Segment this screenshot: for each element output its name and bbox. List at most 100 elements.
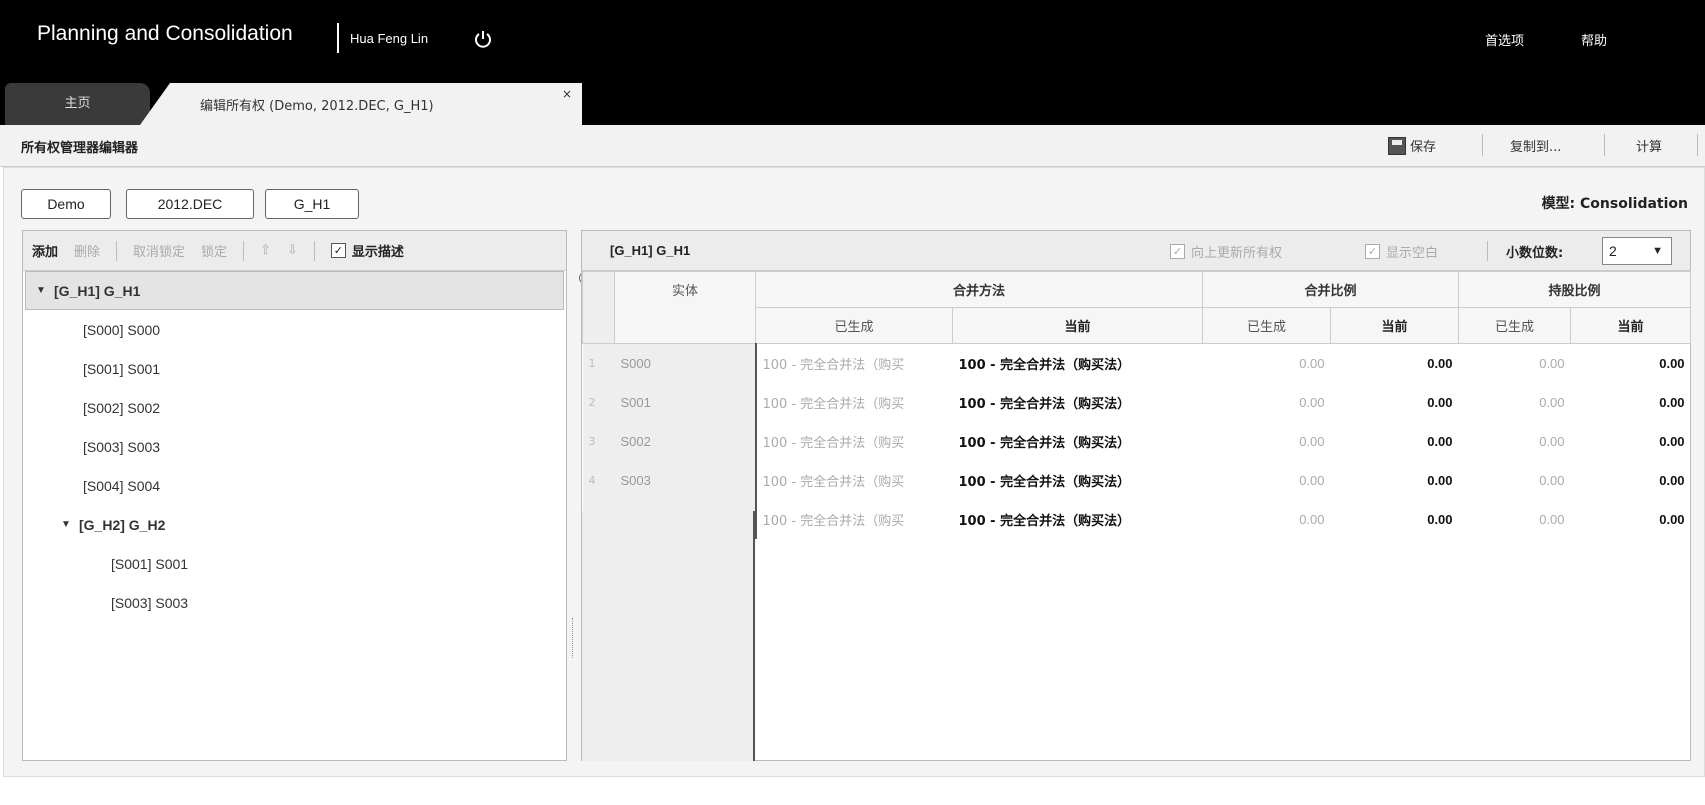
title-separator (337, 23, 339, 53)
entity-cell: S002 (614, 421, 757, 461)
tree-node-label: [S001] S001 (111, 555, 189, 572)
context-time-button[interactable]: 2012.DEC (126, 189, 254, 219)
tree-node[interactable]: [S003] S003 (23, 583, 566, 622)
header-entity[interactable]: 实体 (614, 271, 756, 344)
tree-node-label: [S002] S002 (83, 399, 161, 416)
method-current-cell[interactable]: 100 - 完全合并法（购买法） (953, 422, 1203, 461)
row-index: 3 (582, 421, 615, 461)
tab-close-icon[interactable]: × (562, 87, 572, 101)
holding-current-cell[interactable]: 0.00 (1571, 344, 1691, 383)
method-generated-cell: 100 - 完全合并法（购买 (762, 474, 905, 490)
app-title: Planning and Consolidation (37, 22, 293, 45)
holding-generated-cell: 0.00 (1539, 394, 1565, 410)
panel-splitter[interactable] (572, 618, 575, 658)
holding-current-cell[interactable]: 0.00 (1571, 422, 1691, 461)
tree-node-label: [G_H2] G_H2 (79, 516, 166, 533)
main-area: Demo 2012.DEC G_H1 模型: Consolidation 添加 … (3, 167, 1705, 777)
tree-node[interactable]: [S000] S000 (23, 310, 566, 349)
holding-current-cell[interactable]: 0.00 (1571, 383, 1691, 422)
ownership-grid: 实体 合并方法 合并比例 持股比例 已生成 当前 已生成 当前 已生成 当前 1 (582, 271, 1692, 539)
divider (313, 240, 315, 261)
header-ratio-current[interactable]: 当前 (1330, 307, 1460, 344)
method-generated-cell: 100 - 完全合并法（购买 (762, 396, 905, 412)
ratio-current-cell[interactable]: 0.00 (1331, 344, 1459, 383)
divider (1487, 241, 1488, 261)
row-header-fill (582, 511, 614, 761)
unlock-button[interactable]: 取消锁定 (133, 241, 185, 260)
ratio-current-cell[interactable]: 0.00 (1331, 500, 1459, 539)
ratio-generated-cell: 0.00 (1299, 433, 1325, 449)
method-current-cell[interactable]: 100 - 完全合并法（购买法） (953, 383, 1203, 422)
tree-node[interactable]: [S004] S004 (23, 466, 566, 505)
holding-current-cell[interactable]: 0.00 (1571, 461, 1691, 500)
move-up-icon[interactable]: ⇧ (260, 243, 271, 258)
update-all-option[interactable]: ✓ 向上更新所有权 (1170, 242, 1282, 261)
context-model-button[interactable]: Demo (21, 189, 111, 219)
tree-node[interactable]: [S001] S001 (23, 349, 566, 388)
holding-generated-cell: 0.00 (1539, 355, 1565, 371)
tree-node-label: [S000] S000 (83, 321, 161, 338)
lock-button[interactable]: 锁定 (201, 241, 227, 260)
header-holding-generated[interactable]: 已生成 (1458, 307, 1572, 344)
table-row[interactable]: 1 S000 100 - 完全合并法（购买 100 - 完全合并法（购买法） 0… (582, 343, 1691, 383)
header-method-current[interactable]: 当前 (951, 307, 1204, 344)
header-method-generated[interactable]: 已生成 (755, 307, 953, 344)
divider (116, 240, 118, 261)
show-description-checkbox[interactable]: ✓ (330, 243, 346, 258)
delete-button[interactable]: 删除 (74, 241, 100, 260)
top-header: Planning and Consolidation Hua Feng Lin … (0, 0, 1705, 125)
expand-icon[interactable]: ▼ (36, 285, 54, 296)
method-current-cell[interactable]: 100 - 完全合并法（购买法） (953, 344, 1203, 383)
power-icon[interactable] (473, 29, 493, 49)
row-index: 2 (582, 382, 615, 422)
model-label: 模型: Consolidation (1541, 196, 1688, 212)
entity-cell: S001 (614, 382, 757, 422)
toolbar-divider (1604, 134, 1605, 156)
update-all-label: 向上更新所有权 (1191, 246, 1283, 261)
tree-node[interactable]: [S001] S001 (23, 544, 566, 583)
holding-generated-cell: 0.00 (1539, 472, 1565, 488)
holding-current-cell[interactable]: 0.00 (1571, 500, 1691, 539)
ratio-current-cell[interactable]: 0.00 (1331, 461, 1459, 500)
show-blank-checkbox[interactable]: ✓ (1365, 244, 1380, 259)
update-all-checkbox[interactable]: ✓ (1170, 244, 1185, 259)
add-button[interactable]: 添加 (32, 241, 58, 260)
method-generated-cell: 100 - 完全合并法（购买 (762, 513, 905, 529)
method-current-cell[interactable]: 100 - 完全合并法（购买法） (953, 500, 1203, 539)
chevron-down-icon: ▼ (1652, 245, 1663, 257)
holding-generated-cell: 0.00 (1539, 433, 1565, 449)
show-blank-option[interactable]: ✓ 显示空白 (1365, 242, 1438, 261)
divider (243, 240, 245, 261)
expand-icon[interactable]: ▼ (61, 519, 79, 530)
toolbar-divider (1697, 134, 1698, 156)
preferences-link[interactable]: 首选项 (1485, 30, 1524, 49)
tab-home[interactable]: 主页 (5, 83, 150, 125)
method-current-cell[interactable]: 100 - 完全合并法（购买法） (953, 461, 1203, 500)
copy-to-button[interactable]: 复制到... (1510, 136, 1561, 155)
move-down-icon[interactable]: ⇩ (287, 243, 298, 258)
header-holding-current[interactable]: 当前 (1570, 307, 1692, 344)
tree-node-g-h2[interactable]: ▼ [G_H2] G_H2 (23, 505, 566, 544)
tree-node-g-h1[interactable]: ▼ [G_H1] G_H1 (25, 271, 564, 310)
save-button[interactable]: 保存 (1388, 136, 1436, 155)
table-row[interactable]: 2 S001 100 - 完全合并法（购买 100 - 完全合并法（购买法） 0… (582, 382, 1691, 422)
tree-node-label: [S003] S003 (111, 594, 189, 611)
calculate-button[interactable]: 计算 (1636, 136, 1662, 155)
context-entity-button[interactable]: G_H1 (265, 189, 359, 219)
entity-cell: S000 (614, 343, 757, 383)
table-row[interactable]: 4 S003 100 - 完全合并法（购买 100 - 完全合并法（购买法） 0… (582, 460, 1691, 500)
tab-edit-ownership[interactable]: 编辑所有权 (Demo, 2012.DEC, G_H1) × (140, 83, 582, 125)
tree-node-label: [S004] S004 (83, 477, 161, 494)
method-generated-cell: 100 - 完全合并法（购买 (762, 357, 905, 373)
decimals-select[interactable]: 2 ▼ (1602, 237, 1672, 265)
ratio-current-cell[interactable]: 0.00 (1331, 422, 1459, 461)
tree-node[interactable]: [S003] S003 (23, 427, 566, 466)
user-name[interactable]: Hua Feng Lin (350, 31, 428, 46)
table-row[interactable]: 3 S002 100 - 完全合并法（购买 100 - 完全合并法（购买法） 0… (582, 421, 1691, 461)
row-index: 1 (582, 343, 615, 383)
help-link[interactable]: 帮助 (1581, 30, 1607, 49)
decimals-label: 小数位数: (1506, 246, 1564, 261)
header-ratio-generated[interactable]: 已生成 (1202, 307, 1332, 344)
tree-node[interactable]: [S002] S002 (23, 388, 566, 427)
ratio-current-cell[interactable]: 0.00 (1331, 383, 1459, 422)
